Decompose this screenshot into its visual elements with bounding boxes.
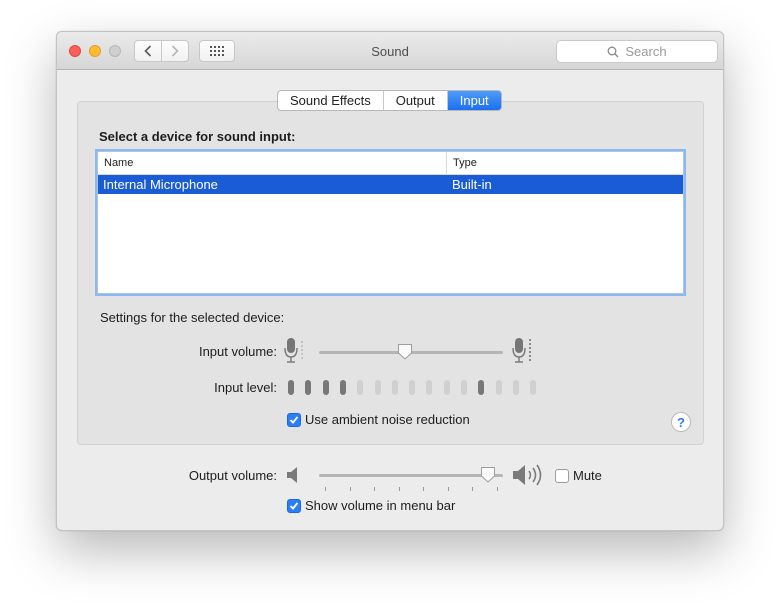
column-header-name[interactable]: Name [98,152,447,174]
volume-tick [349,487,351,491]
microphone-high-icon [512,338,531,363]
ambient-noise-reduction-checkbox[interactable] [287,413,301,427]
device-section-title: Select a device for sound input: [99,129,296,144]
level-bar [374,380,381,395]
input-volume-slider-thumb[interactable] [397,343,413,360]
level-bar [409,380,416,395]
level-bar [391,380,398,395]
volume-tick [325,487,326,491]
table-row[interactable]: Internal Microphone Built-in [98,175,683,194]
output-volume-label: Output volume: [188,468,277,483]
level-bar [495,380,502,395]
table-header: Name Type [98,152,683,175]
checkmark-icon [289,502,299,510]
level-bar [512,380,519,395]
volume-tick [472,487,473,491]
settings-label: Settings for the selected device: [100,310,285,325]
level-bar [357,380,364,395]
mute-label[interactable]: Mute [573,468,602,483]
device-name-cell: Internal Microphone [103,177,218,192]
level-bar [443,380,450,395]
tab-input[interactable]: Input [447,91,501,110]
ambient-noise-reduction-label[interactable]: Use ambient noise reduction [305,412,470,427]
speaker-low-icon [287,467,297,483]
level-bar [322,380,329,395]
level-bar [288,380,294,395]
show-volume-menu-bar-label[interactable]: Show volume in menu bar [305,498,455,513]
output-volume-slider-thumb[interactable] [480,466,496,483]
tab-output[interactable]: Output [384,91,448,110]
search-icon [607,46,619,57]
volume-tick [374,487,375,491]
input-volume-label: Input volume: [198,344,277,359]
volume-tick [423,487,424,491]
level-bar [461,380,467,395]
mute-checkbox[interactable] [555,469,569,483]
show-volume-menu-bar-checkbox[interactable] [287,499,301,513]
input-device-table[interactable]: Name Type Internal Microphone Built-in [97,151,684,294]
level-bar [530,380,537,395]
volume-tick [447,487,449,491]
output-volume-slider[interactable] [319,474,503,477]
speaker-high-icon [513,464,542,486]
level-bar [478,380,485,395]
device-type-cell: Built-in [452,177,492,192]
input-level-label: Input level: [214,380,277,395]
title-bar: Sound Search [57,32,723,70]
microphone-low-icon [284,338,303,363]
search-placeholder: Search [625,44,667,59]
search-field[interactable]: Search [556,40,718,63]
sound-preferences-window: Sound Search Sound Effects Output Input … [56,31,724,531]
help-button[interactable]: ? [671,412,691,432]
level-bar [426,380,433,395]
tab-bar: Sound Effects Output Input [277,90,502,111]
checkmark-icon [289,416,299,424]
level-bar [305,380,312,395]
level-bar [339,380,346,395]
volume-tick [496,487,498,491]
column-header-type[interactable]: Type [447,152,477,174]
volume-tick [398,487,400,491]
tab-sound-effects[interactable]: Sound Effects [278,91,384,110]
